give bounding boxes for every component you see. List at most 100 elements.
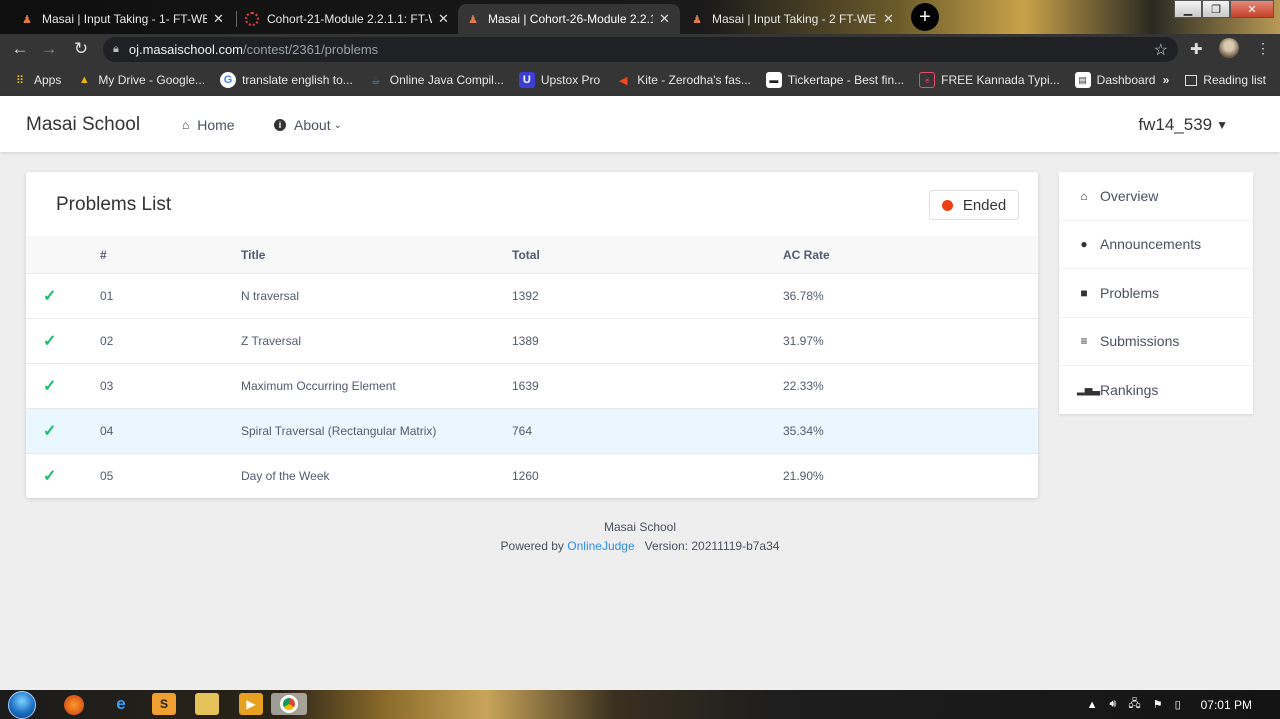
browser-tab[interactable]: ♟ Masai | Input Taking - 1- FT-WEB ✕ (12, 4, 234, 34)
bookmark-label: Dashboard (1096, 73, 1156, 87)
table-row[interactable]: ✓ 04 Spiral Traversal (Rectangular Matri… (26, 408, 1038, 453)
sublime-text-icon[interactable]: S (152, 693, 176, 715)
kite-icon: ◀ (618, 74, 628, 87)
firefox-icon[interactable] (64, 695, 84, 715)
problem-ac-rate: 22.33% (783, 379, 824, 393)
browser-tab[interactable]: ♟ Masai | Input Taking - 2 FT-WEB- ✕ (682, 4, 904, 34)
col-header-ac-rate[interactable]: AC Rate (783, 248, 1038, 262)
problem-id: 01 (100, 289, 114, 303)
google-icon: G (220, 72, 237, 88)
sidebar-item-label: Problems (1100, 284, 1160, 301)
close-tab-icon[interactable]: ✕ (213, 11, 224, 27)
system-tray: ▲ 🔊︎ 🖧 ⚑ ▯ 07:01 PM (1087, 690, 1252, 719)
start-button[interactable] (8, 691, 36, 719)
site-brand[interactable]: Masai School (26, 114, 140, 136)
bookmark-kite[interactable]: ◀ Kite - Zerodha's fas... (615, 72, 751, 88)
forward-arrow-icon[interactable]: → (38, 38, 60, 60)
action-center-flag-icon[interactable]: ⚑ (1153, 698, 1163, 711)
sidebar-item-rankings[interactable]: ▂▅▃ Rankings (1059, 366, 1253, 415)
close-tab-icon[interactable]: ✕ (438, 11, 449, 27)
profile-avatar[interactable] (1219, 38, 1239, 58)
bookmark-dashboard[interactable]: ▤ Dashboard (1074, 72, 1156, 88)
table-row[interactable]: ✓ 02 Z Traversal 1389 31.97% (26, 318, 1038, 363)
chrome-menu-icon[interactable]: ⋮ (1256, 40, 1270, 57)
bookmark-upstox[interactable]: U Upstox Pro (518, 72, 600, 88)
java-icon: ☕︎ (370, 74, 381, 87)
table-row[interactable]: ✓ 03 Maximum Occurring Element 1639 22.3… (26, 363, 1038, 408)
problem-ac-rate: 31.97% (783, 334, 824, 348)
user-menu[interactable]: fw14_539 ▼ (1138, 115, 1228, 135)
show-hidden-icons-icon[interactable]: ▲ (1087, 699, 1098, 711)
problem-id: 05 (100, 469, 114, 483)
battery-icon[interactable]: ▯ (1175, 698, 1181, 711)
checkmark-icon: ✓ (43, 468, 57, 485)
taskbar-clock[interactable]: 07:01 PM (1201, 698, 1252, 712)
problem-title[interactable]: Maximum Occurring Element (241, 379, 512, 393)
bookmark-kannada-typing[interactable]: ಕ FREE Kannada Typi... (919, 72, 1060, 88)
close-tab-icon[interactable]: ✕ (883, 11, 894, 27)
problem-title[interactable]: Day of the Week (241, 469, 512, 483)
table-row[interactable]: ✓ 01 N traversal 1392 36.78% (26, 273, 1038, 318)
bookmark-tickertape[interactable]: ▬ Tickertape - Best fin... (765, 72, 904, 88)
problem-total: 1639 (512, 379, 539, 393)
bookmark-star-icon[interactable]: ☆ (1154, 40, 1168, 60)
browser-tab[interactable]: Cohort-21-Module 2.2.1.1: FT-WE ✕ (237, 4, 459, 34)
loading-favicon-icon (245, 12, 259, 26)
minimize-button[interactable]: ▁ (1174, 0, 1202, 18)
google-drive-icon: ▲ (78, 74, 90, 86)
maximize-button[interactable]: ❐ (1202, 0, 1230, 18)
url-path: /contest/2361/problems (243, 42, 379, 57)
bookmarks-right: » Reading list (1163, 64, 1266, 96)
col-header-id[interactable]: # (100, 248, 241, 262)
col-header-title[interactable]: Title (241, 248, 512, 262)
extensions-puzzle-icon[interactable]: ✚ (1190, 40, 1203, 58)
bookmark-apps[interactable]: ⠿ Apps (12, 72, 61, 88)
table-header: # Title Total AC Rate (26, 236, 1038, 273)
problem-total: 1389 (512, 334, 539, 348)
media-player-icon[interactable]: ▶ (239, 693, 263, 715)
bookmark-java-compiler[interactable]: ☕︎ Online Java Compil... (368, 72, 504, 88)
info-icon: i (274, 119, 286, 131)
address-bar[interactable]: 🔒︎ oj.masaischool.com /contest/2361/prob… (103, 37, 1178, 62)
reload-icon[interactable]: ↻ (70, 38, 92, 60)
checkmark-icon: ✓ (43, 288, 57, 305)
browser-tab-strip: ♟ Masai | Input Taking - 1- FT-WEB ✕ Coh… (0, 0, 1280, 34)
problems-card: Problems List Ended # Title Total AC Rat… (26, 172, 1038, 498)
sidebar-item-problems[interactable]: ■ Problems (1059, 269, 1253, 318)
new-tab-button[interactable]: + (911, 3, 939, 31)
problem-title[interactable]: Z Traversal (241, 334, 512, 348)
file-explorer-icon[interactable] (195, 693, 219, 715)
nav-about[interactable]: i About ⌄ (274, 117, 342, 133)
browser-tab-active[interactable]: ♟ Masai | Cohort-26-Module 2.2.1.1 ✕ (458, 4, 680, 34)
onlinejudge-link[interactable]: OnlineJudge (567, 539, 634, 553)
tab-title: Masai | Input Taking - 1- FT-WEB (42, 12, 207, 26)
masai-favicon-icon: ♟ (22, 13, 32, 26)
reading-list-button[interactable]: Reading list (1203, 73, 1266, 87)
close-tab-icon[interactable]: ✕ (659, 11, 670, 27)
problem-title[interactable]: Spiral Traversal (Rectangular Matrix) (241, 424, 512, 438)
col-header-total[interactable]: Total (512, 248, 783, 262)
close-window-button[interactable]: ✕ (1230, 0, 1274, 18)
dashboard-icon: ▤ (1074, 72, 1091, 88)
more-bookmarks-icon[interactable]: » (1163, 73, 1170, 87)
checkmark-icon: ✓ (43, 378, 57, 395)
bookmark-label: My Drive - Google... (98, 73, 206, 87)
sidebar-item-label: Announcements (1100, 236, 1202, 253)
bookmark-translate[interactable]: G translate english to... (220, 72, 353, 88)
network-icon[interactable]: 🖧 (1128, 695, 1140, 714)
chrome-taskbar-button[interactable] (271, 693, 307, 715)
footer-brand: Masai School (603, 520, 677, 534)
sidebar-item-submissions[interactable]: ≡ Submissions (1059, 318, 1253, 366)
table-row[interactable]: ✓ 05 Day of the Week 1260 21.90% (26, 453, 1038, 498)
bookmark-my-drive[interactable]: ▲ My Drive - Google... (76, 72, 205, 88)
sidebar-item-overview[interactable]: ⌂ Overview (1059, 172, 1253, 221)
problem-title[interactable]: N traversal (241, 289, 512, 303)
bookmarks-bar: ⠿ Apps ▲ My Drive - Google... G translat… (0, 64, 1280, 96)
bookmark-label: FREE Kannada Typi... (941, 73, 1060, 87)
sidebar-item-announcements[interactable]: ● Announcements (1059, 221, 1253, 269)
internet-explorer-icon[interactable]: e (109, 693, 133, 715)
volume-icon[interactable]: 🔊︎ (1109, 698, 1116, 711)
back-arrow-icon[interactable]: ← (9, 38, 31, 60)
problems-table: # Title Total AC Rate ✓ 01 N traversal 1… (26, 236, 1038, 498)
nav-home[interactable]: ⌂ Home (182, 117, 235, 133)
